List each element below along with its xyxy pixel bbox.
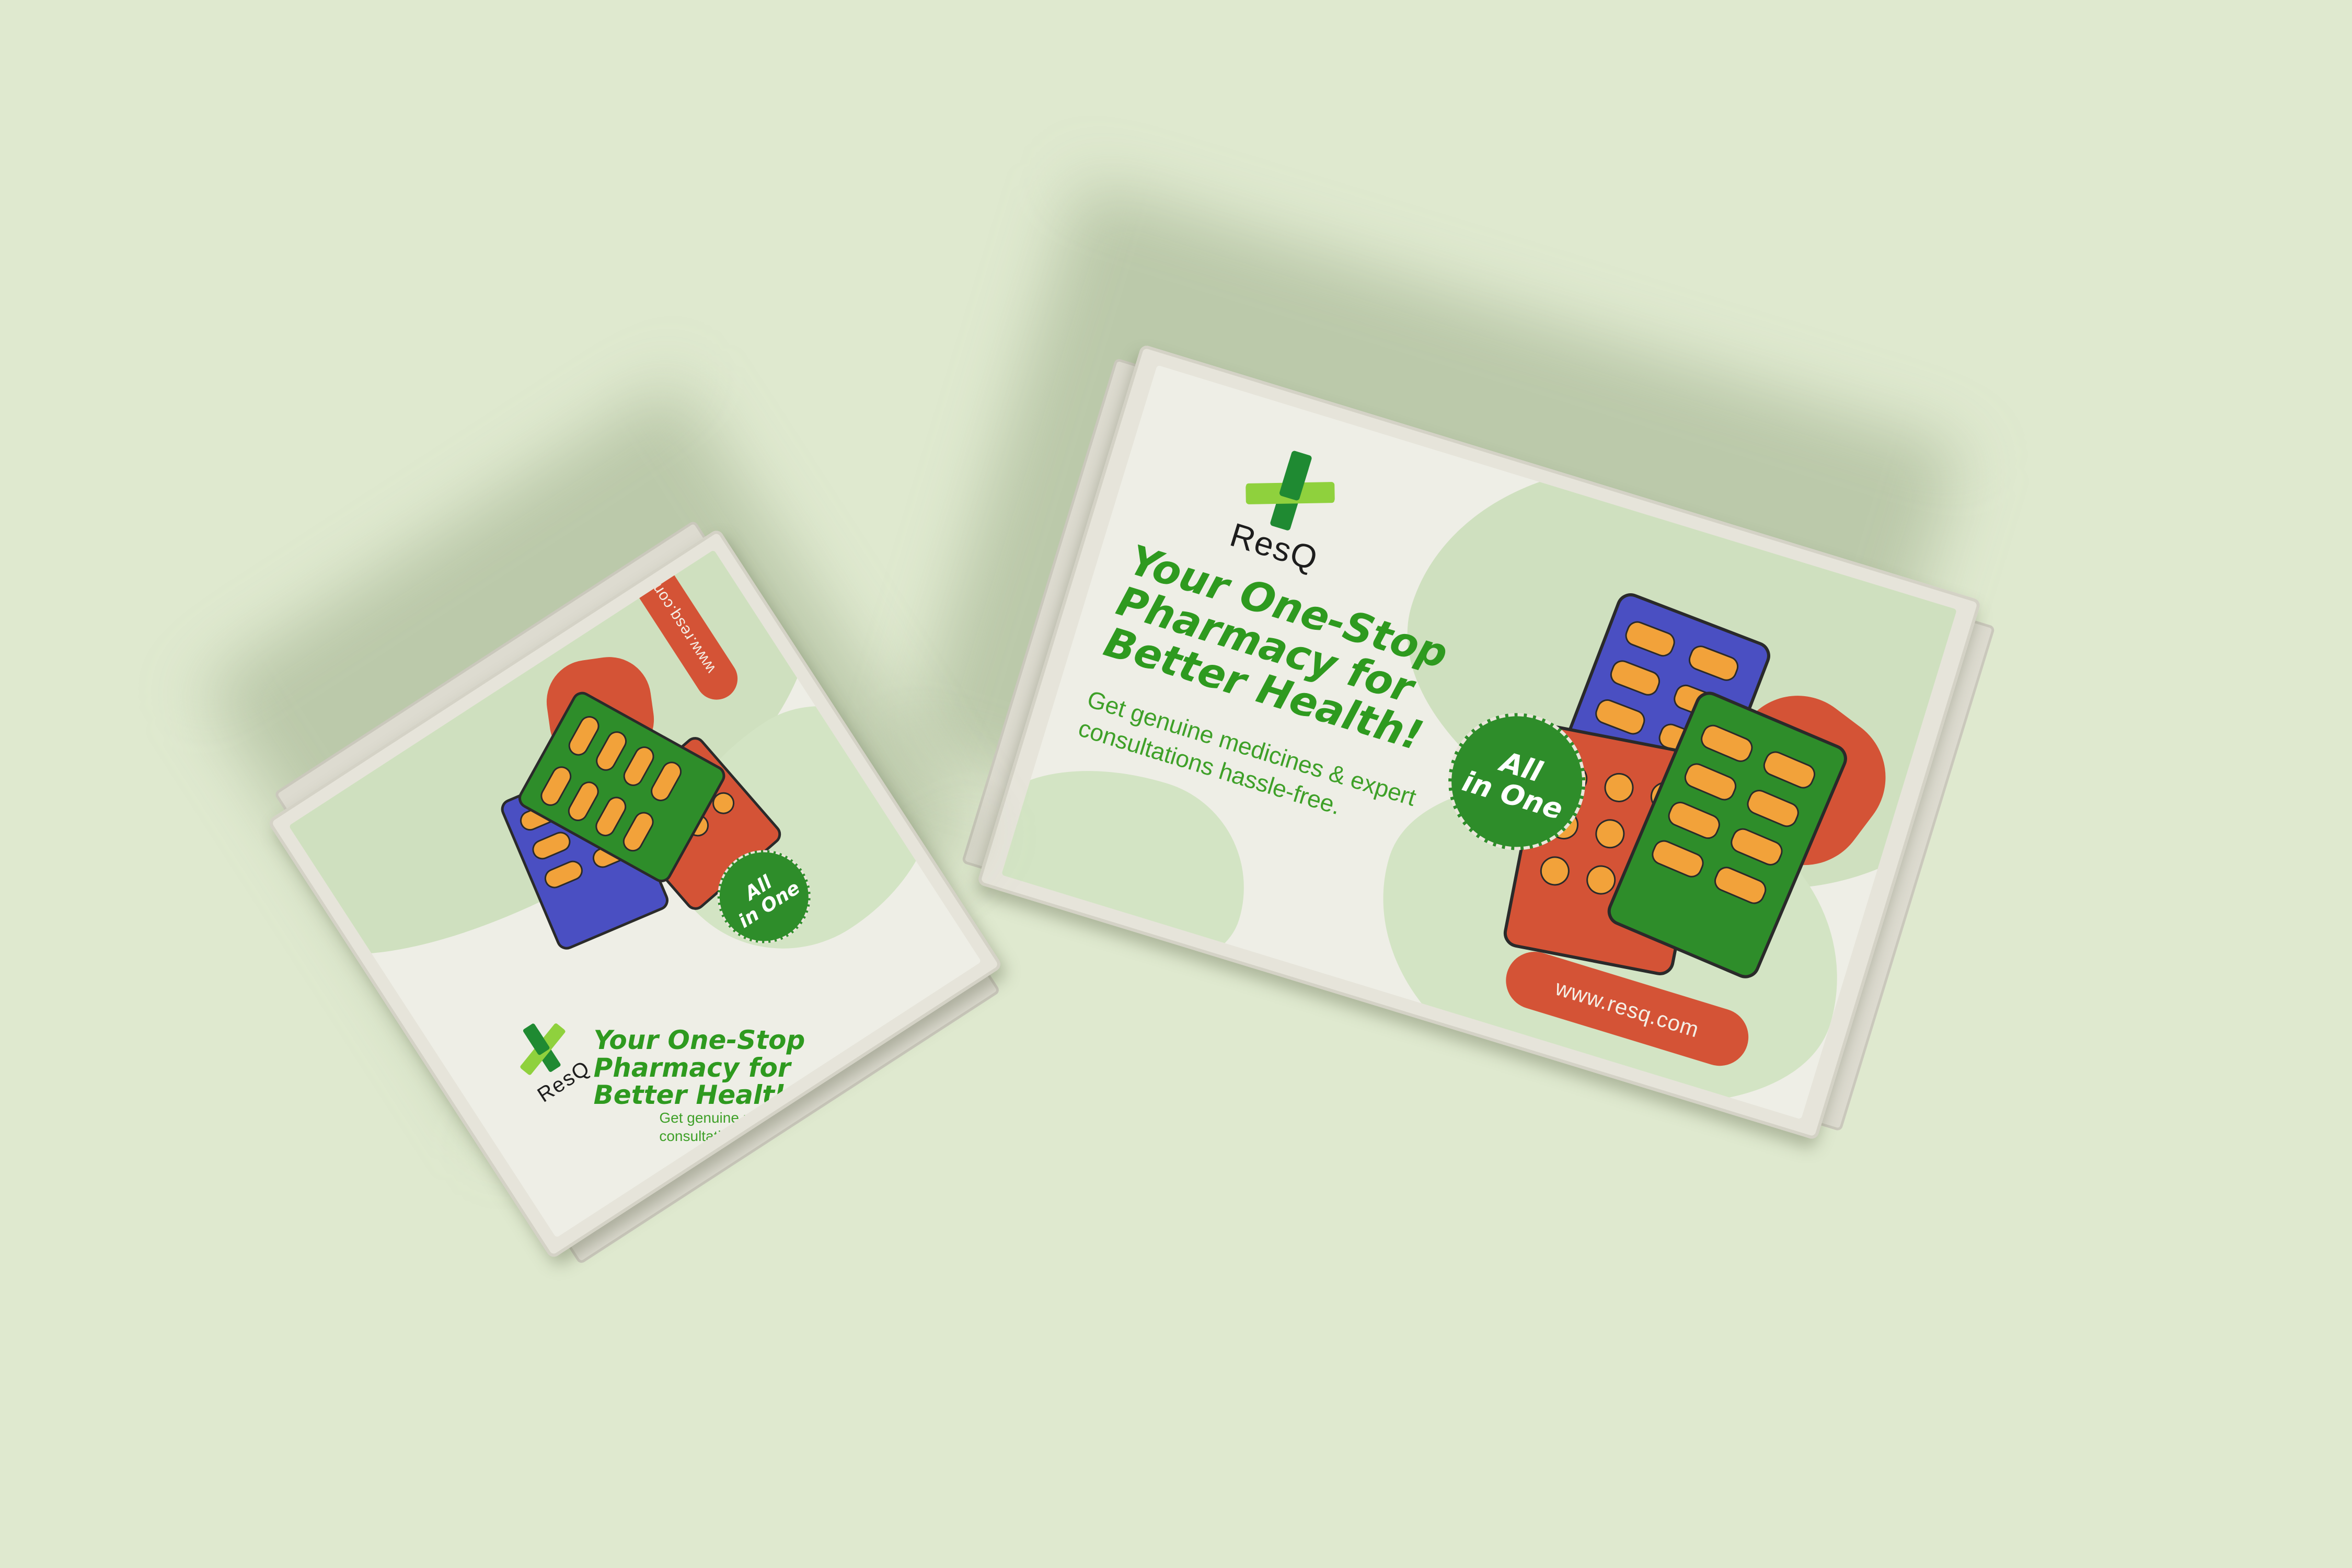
mockup-scene: ResQ Your One-Stop Pharmacy for Better H… — [0, 0, 2352, 1568]
large-box: ResQ Your One-Stop Pharmacy for Better H… — [908, 179, 1996, 1140]
small-box: All in One www.resq.com ResQ Your One-St… — [201, 378, 1004, 1265]
headline: Your One-Stop Pharmacy for Better Health… — [593, 1025, 805, 1111]
